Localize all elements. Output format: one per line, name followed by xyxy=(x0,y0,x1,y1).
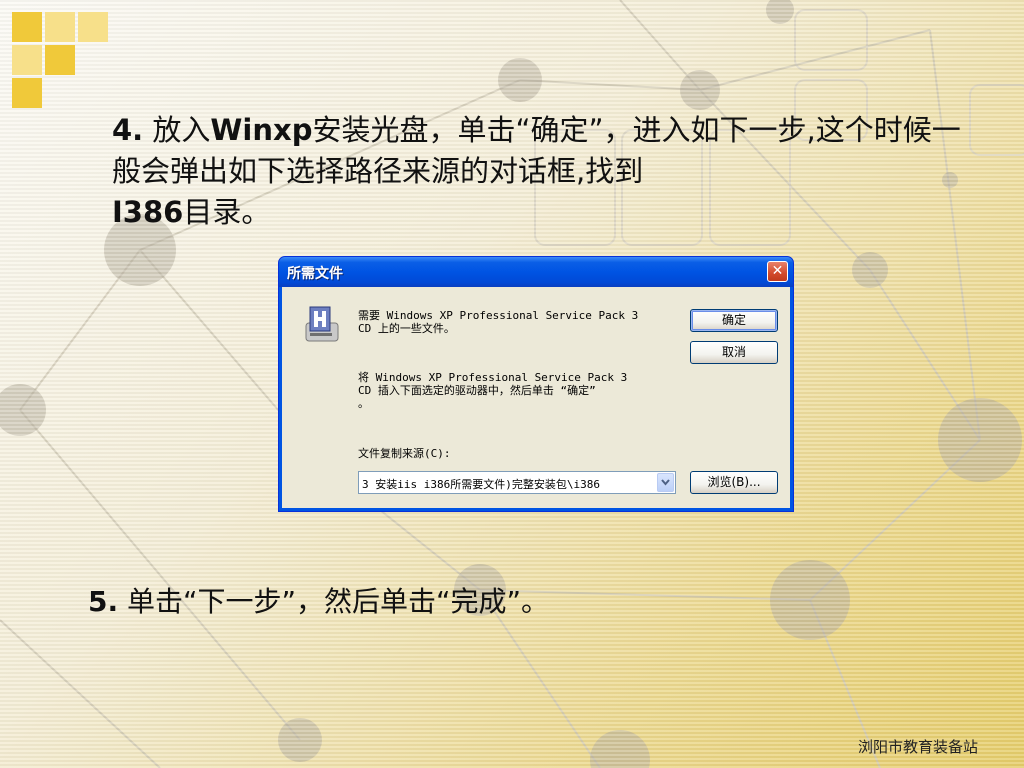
source-label: 文件复制来源(C): xyxy=(358,447,451,460)
cancel-button[interactable]: 取消 xyxy=(690,341,778,364)
tile xyxy=(45,12,75,42)
tile xyxy=(12,45,42,75)
message-required-files: 需要 Windows XP Professional Service Pack … xyxy=(358,309,639,335)
footer-text: 浏阳市教育装备站 xyxy=(857,738,978,756)
step4-number: 4. xyxy=(112,113,144,147)
step4-paragraph: 4. 放入Winxp安装光盘，单击“确定”，进入如下一步,这个时候一般会弹出如下… xyxy=(112,110,962,233)
ok-button[interactable]: 确定 xyxy=(690,309,778,332)
chevron-down-icon xyxy=(661,479,670,486)
tile xyxy=(12,12,42,42)
browse-button[interactable]: 浏览(B)... xyxy=(690,471,778,494)
step5-text: 单击“下一步”，然后单击“完成”。 xyxy=(118,585,550,618)
step4-text-a: 放入 xyxy=(143,113,211,147)
tile xyxy=(78,12,108,42)
step4-i386: I386 xyxy=(112,195,184,229)
source-path-combobox[interactable]: 3 安装iis i386所需要文件)完整安装包\i386 xyxy=(358,471,676,494)
source-path-value: 3 安装iis i386所需要文件)完整安装包\i386 xyxy=(362,478,600,491)
close-icon: ✕ xyxy=(771,263,784,279)
required-files-dialog: 所需文件 ✕ 需要 Windows XP Professional Servic… xyxy=(278,256,794,512)
tile xyxy=(12,78,42,108)
step5-paragraph: 5. 单击“下一步”，然后单击“完成”。 xyxy=(88,580,549,620)
message-insert-cd: 将 Windows XP Professional Service Pack 3… xyxy=(358,371,628,410)
close-button[interactable]: ✕ xyxy=(767,261,788,282)
step4-text-c: 目录。 xyxy=(183,195,271,229)
disk-drive-icon xyxy=(305,306,339,342)
step4-winxp: Winxp xyxy=(210,113,313,147)
dialog-titlebar[interactable]: 所需文件 ✕ xyxy=(279,257,793,287)
step5-number: 5. xyxy=(88,585,119,618)
dialog-title: 所需文件 xyxy=(287,266,343,282)
dialog-body: 需要 Windows XP Professional Service Pack … xyxy=(282,287,790,508)
tile xyxy=(45,45,75,75)
combo-dropdown-button[interactable] xyxy=(657,473,674,492)
